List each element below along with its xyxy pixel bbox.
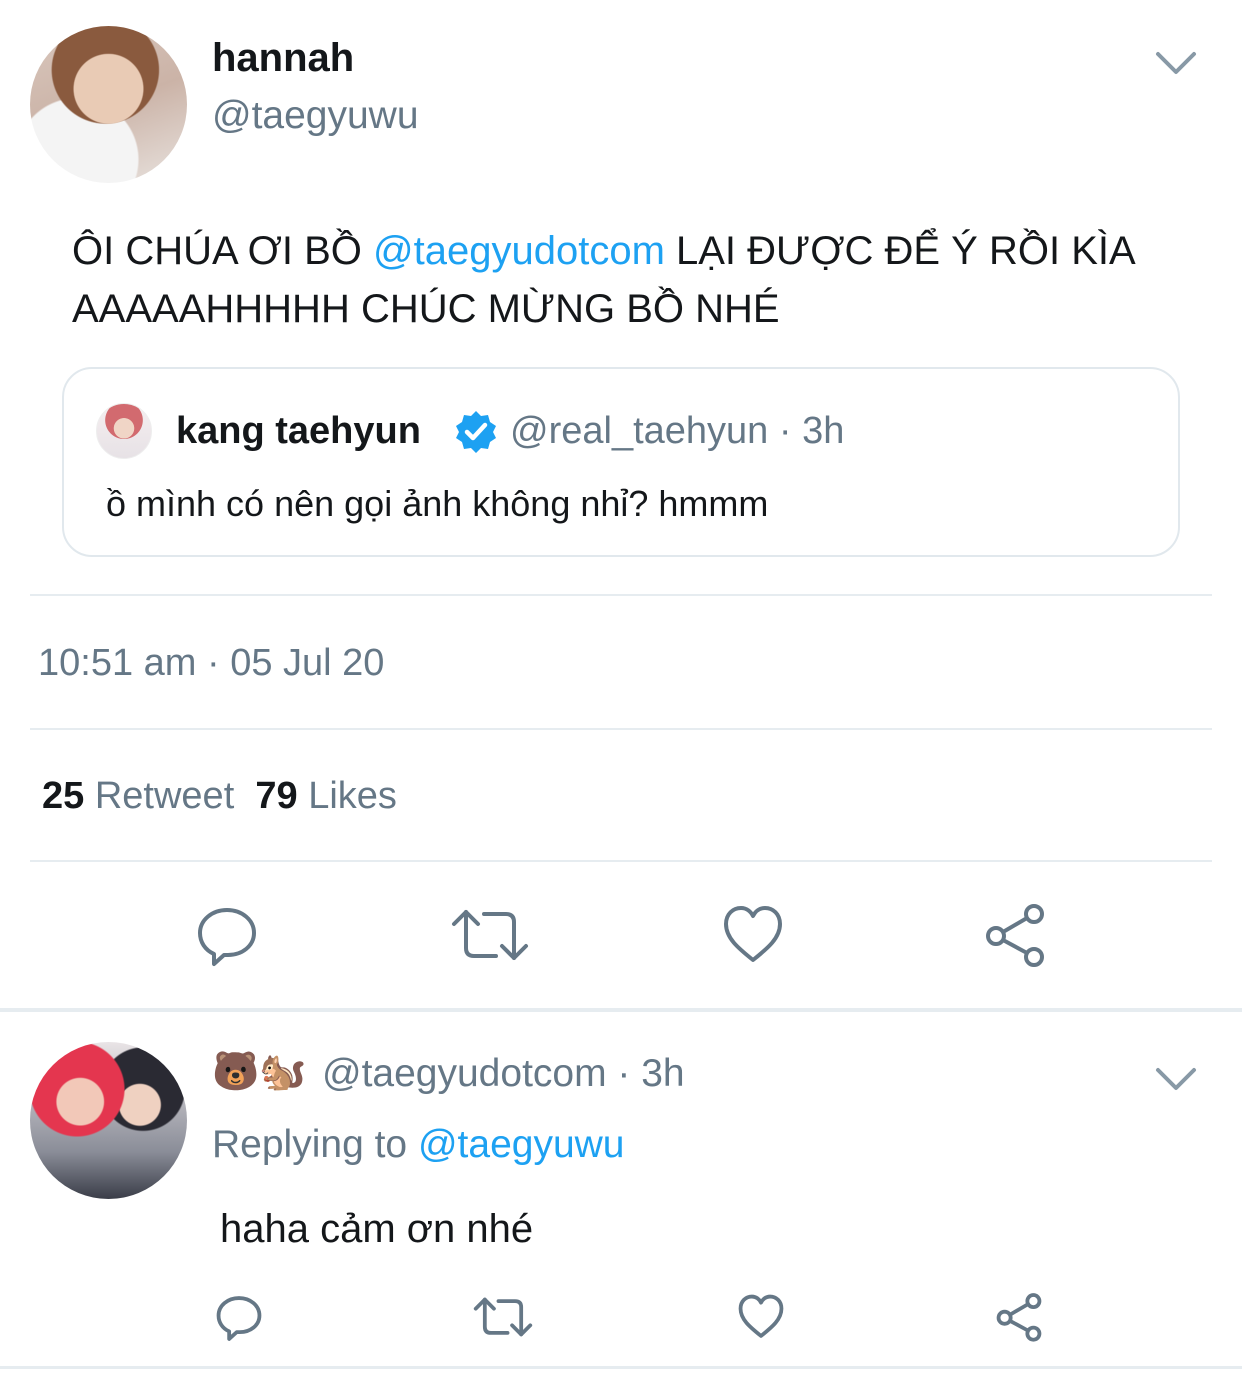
reply-author-emoji-name[interactable]: 🐻🐿️ bbox=[212, 1050, 307, 1094]
section-separator bbox=[0, 1008, 1242, 1012]
chevron-down-icon[interactable] bbox=[1150, 1058, 1202, 1098]
retweet-icon[interactable] bbox=[450, 900, 530, 970]
retweet-stat[interactable]: 25 Retweet bbox=[42, 775, 234, 817]
divider bbox=[30, 728, 1212, 730]
bottom-separator bbox=[0, 1366, 1242, 1369]
tweet-timestamp[interactable]: 10:51 am · 05 Jul 20 bbox=[38, 642, 384, 685]
author-display-name[interactable]: hannah bbox=[212, 36, 354, 81]
quoted-tweet-card[interactable] bbox=[62, 367, 1180, 557]
author-avatar[interactable] bbox=[30, 26, 187, 183]
retweet-count: 25 bbox=[42, 775, 85, 817]
like-icon[interactable] bbox=[734, 1290, 788, 1344]
replying-to: Replying to @taegyuwu bbox=[212, 1123, 625, 1167]
reply-icon[interactable] bbox=[212, 1290, 266, 1344]
likes-label: Likes bbox=[308, 775, 397, 817]
tweet-text-before: ÔI CHÚA ƠI BỒ bbox=[72, 229, 374, 273]
quoted-author-avatar bbox=[96, 403, 152, 459]
like-icon[interactable] bbox=[718, 900, 788, 970]
share-icon[interactable] bbox=[992, 1290, 1046, 1344]
reply-text: haha cảm ơn nhé bbox=[220, 1207, 534, 1251]
share-icon[interactable] bbox=[980, 900, 1050, 970]
reply-author-avatar[interactable] bbox=[30, 1042, 187, 1199]
reply-author-handle-time[interactable]: @taegyudotcom · 3h bbox=[322, 1052, 685, 1096]
divider bbox=[30, 860, 1212, 862]
author-handle[interactable]: @taegyuwu bbox=[212, 94, 419, 138]
quoted-author-name: kang taehyun bbox=[176, 410, 421, 452]
engagement-stats: 25 Retweet 79 Likes bbox=[42, 775, 397, 818]
mention-link[interactable]: @taegyudotcom bbox=[373, 229, 665, 273]
quoted-tweet-text: ồ mình có nên gọi ảnh không nhỉ? hmmm bbox=[106, 483, 769, 524]
divider bbox=[30, 594, 1212, 596]
verified-badge-icon bbox=[452, 408, 500, 456]
retweet-label: Retweet bbox=[94, 775, 235, 817]
quoted-handle-time: @real_taehyun · 3h bbox=[510, 410, 845, 452]
replying-to-handle[interactable]: @taegyuwu bbox=[418, 1123, 625, 1166]
reply-icon[interactable] bbox=[192, 900, 262, 970]
likes-stat[interactable]: 79 Likes bbox=[255, 775, 397, 817]
likes-count: 79 bbox=[255, 775, 298, 817]
chevron-down-icon[interactable] bbox=[1150, 42, 1202, 82]
replying-to-label: Replying to bbox=[212, 1123, 418, 1166]
retweet-icon[interactable] bbox=[472, 1290, 534, 1344]
tweet-text: ÔI CHÚA ƠI BỒ @taegyudotcom LẠI ĐƯỢC ĐỂ … bbox=[72, 222, 1202, 338]
